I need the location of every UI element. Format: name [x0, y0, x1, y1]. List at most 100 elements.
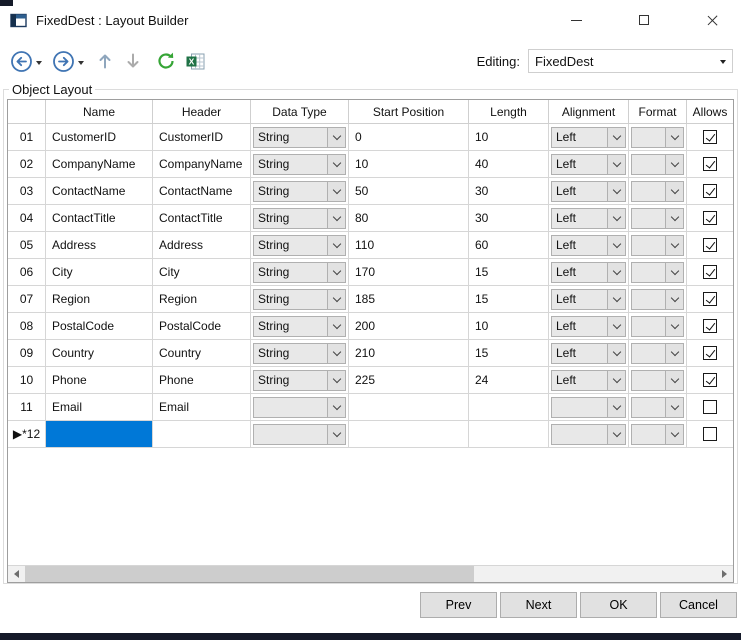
alignment-dropdown[interactable]: Left	[551, 316, 626, 337]
cell-data-type[interactable]: String	[251, 340, 349, 366]
cell-length[interactable]: 24	[469, 367, 549, 393]
cell-header[interactable]: CustomerID	[153, 124, 251, 150]
cell-format[interactable]	[629, 421, 687, 447]
allows-checkbox[interactable]	[703, 400, 717, 414]
allows-checkbox[interactable]	[703, 130, 717, 144]
data-type-dropdown[interactable]: String	[253, 262, 346, 283]
cell-name[interactable]: PostalCode	[46, 313, 153, 339]
cell-alignment[interactable]	[549, 421, 629, 447]
cell-start-position[interactable]: 110	[349, 232, 469, 258]
cell-alignment[interactable]: Left	[549, 178, 629, 204]
col-header-name[interactable]: Name	[46, 100, 153, 123]
format-dropdown[interactable]	[631, 262, 684, 283]
row-header[interactable]: 01	[8, 124, 46, 150]
row-header[interactable]: 03	[8, 178, 46, 204]
forward-button[interactable]	[52, 50, 75, 73]
cell-start-position[interactable]: 170	[349, 259, 469, 285]
format-dropdown[interactable]	[631, 154, 684, 175]
format-dropdown-button[interactable]	[665, 344, 683, 363]
cell-header[interactable]: Country	[153, 340, 251, 366]
data-type-dropdown[interactable]	[253, 397, 346, 418]
format-dropdown-button[interactable]	[665, 209, 683, 228]
row-header[interactable]: 07	[8, 286, 46, 312]
minimize-button[interactable]	[553, 0, 599, 40]
cell-allows[interactable]	[687, 259, 733, 285]
cell-name[interactable]: ContactName	[46, 178, 153, 204]
alignment-dropdown-button[interactable]	[607, 209, 625, 228]
format-dropdown-button[interactable]	[665, 155, 683, 174]
cell-alignment[interactable]: Left	[549, 151, 629, 177]
alignment-dropdown[interactable]: Left	[551, 370, 626, 391]
cell-data-type[interactable]: String	[251, 313, 349, 339]
cell-name[interactable]: ContactTitle	[46, 205, 153, 231]
cell-start-position[interactable]: 210	[349, 340, 469, 366]
format-dropdown-button[interactable]	[665, 371, 683, 390]
cell-alignment[interactable]: Left	[549, 367, 629, 393]
data-type-dropdown[interactable]: String	[253, 289, 346, 310]
format-dropdown[interactable]	[631, 208, 684, 229]
cell-alignment[interactable]: Left	[549, 205, 629, 231]
cell-name[interactable]: CompanyName	[46, 151, 153, 177]
ok-button[interactable]: OK	[580, 592, 657, 618]
row-header[interactable]: 04	[8, 205, 46, 231]
cell-header[interactable]: City	[153, 259, 251, 285]
allows-checkbox[interactable]	[703, 373, 717, 387]
data-type-dropdown[interactable]: String	[253, 208, 346, 229]
alignment-dropdown-button[interactable]	[607, 263, 625, 282]
data-type-dropdown-button[interactable]	[327, 398, 345, 417]
cell-length[interactable]: 10	[469, 313, 549, 339]
format-dropdown-button[interactable]	[665, 236, 683, 255]
row-header[interactable]: 11	[8, 394, 46, 420]
cell-start-position[interactable]	[349, 421, 469, 447]
data-type-dropdown-button[interactable]	[327, 371, 345, 390]
cell-format[interactable]	[629, 367, 687, 393]
format-dropdown[interactable]	[631, 397, 684, 418]
allows-checkbox[interactable]	[703, 157, 717, 171]
allows-checkbox[interactable]	[703, 265, 717, 279]
cell-allows[interactable]	[687, 394, 733, 420]
format-dropdown[interactable]	[631, 127, 684, 148]
format-dropdown[interactable]	[631, 181, 684, 202]
cell-start-position[interactable]	[349, 394, 469, 420]
move-up-button[interactable]	[98, 52, 112, 70]
cell-start-position[interactable]: 0	[349, 124, 469, 150]
data-type-dropdown-button[interactable]	[327, 263, 345, 282]
alignment-dropdown[interactable]: Left	[551, 127, 626, 148]
cell-length[interactable]: 15	[469, 286, 549, 312]
cell-header[interactable]: ContactName	[153, 178, 251, 204]
scroll-left-button[interactable]	[8, 566, 25, 582]
cell-name[interactable]: Country	[46, 340, 153, 366]
cell-data-type[interactable]: String	[251, 205, 349, 231]
alignment-dropdown[interactable]: Left	[551, 262, 626, 283]
cell-length[interactable]: 30	[469, 205, 549, 231]
cell-length[interactable]: 15	[469, 340, 549, 366]
data-type-dropdown[interactable]: String	[253, 127, 346, 148]
alignment-dropdown[interactable]: Left	[551, 154, 626, 175]
row-header[interactable]: 09	[8, 340, 46, 366]
alignment-dropdown[interactable]	[551, 424, 626, 445]
refresh-button[interactable]	[156, 51, 176, 71]
cell-header[interactable]: Phone	[153, 367, 251, 393]
col-header-alignment[interactable]: Alignment	[549, 100, 629, 123]
cell-length[interactable]: 40	[469, 151, 549, 177]
data-type-dropdown-button[interactable]	[327, 317, 345, 336]
cell-data-type[interactable]: String	[251, 367, 349, 393]
allows-checkbox[interactable]	[703, 427, 717, 441]
cell-alignment[interactable]: Left	[549, 232, 629, 258]
row-header[interactable]: 05	[8, 232, 46, 258]
format-dropdown[interactable]	[631, 424, 684, 445]
cell-format[interactable]	[629, 340, 687, 366]
cell-name[interactable]: City	[46, 259, 153, 285]
alignment-dropdown[interactable]: Left	[551, 181, 626, 202]
data-type-dropdown-button[interactable]	[327, 290, 345, 309]
cell-header[interactable]: PostalCode	[153, 313, 251, 339]
cell-data-type[interactable]: String	[251, 232, 349, 258]
allows-checkbox[interactable]	[703, 346, 717, 360]
alignment-dropdown[interactable]: Left	[551, 208, 626, 229]
cell-header[interactable]: Email	[153, 394, 251, 420]
cell-name[interactable]: Address	[46, 232, 153, 258]
allows-checkbox[interactable]	[703, 238, 717, 252]
cell-header[interactable]: Address	[153, 232, 251, 258]
alignment-dropdown[interactable]: Left	[551, 289, 626, 310]
cell-format[interactable]	[629, 151, 687, 177]
